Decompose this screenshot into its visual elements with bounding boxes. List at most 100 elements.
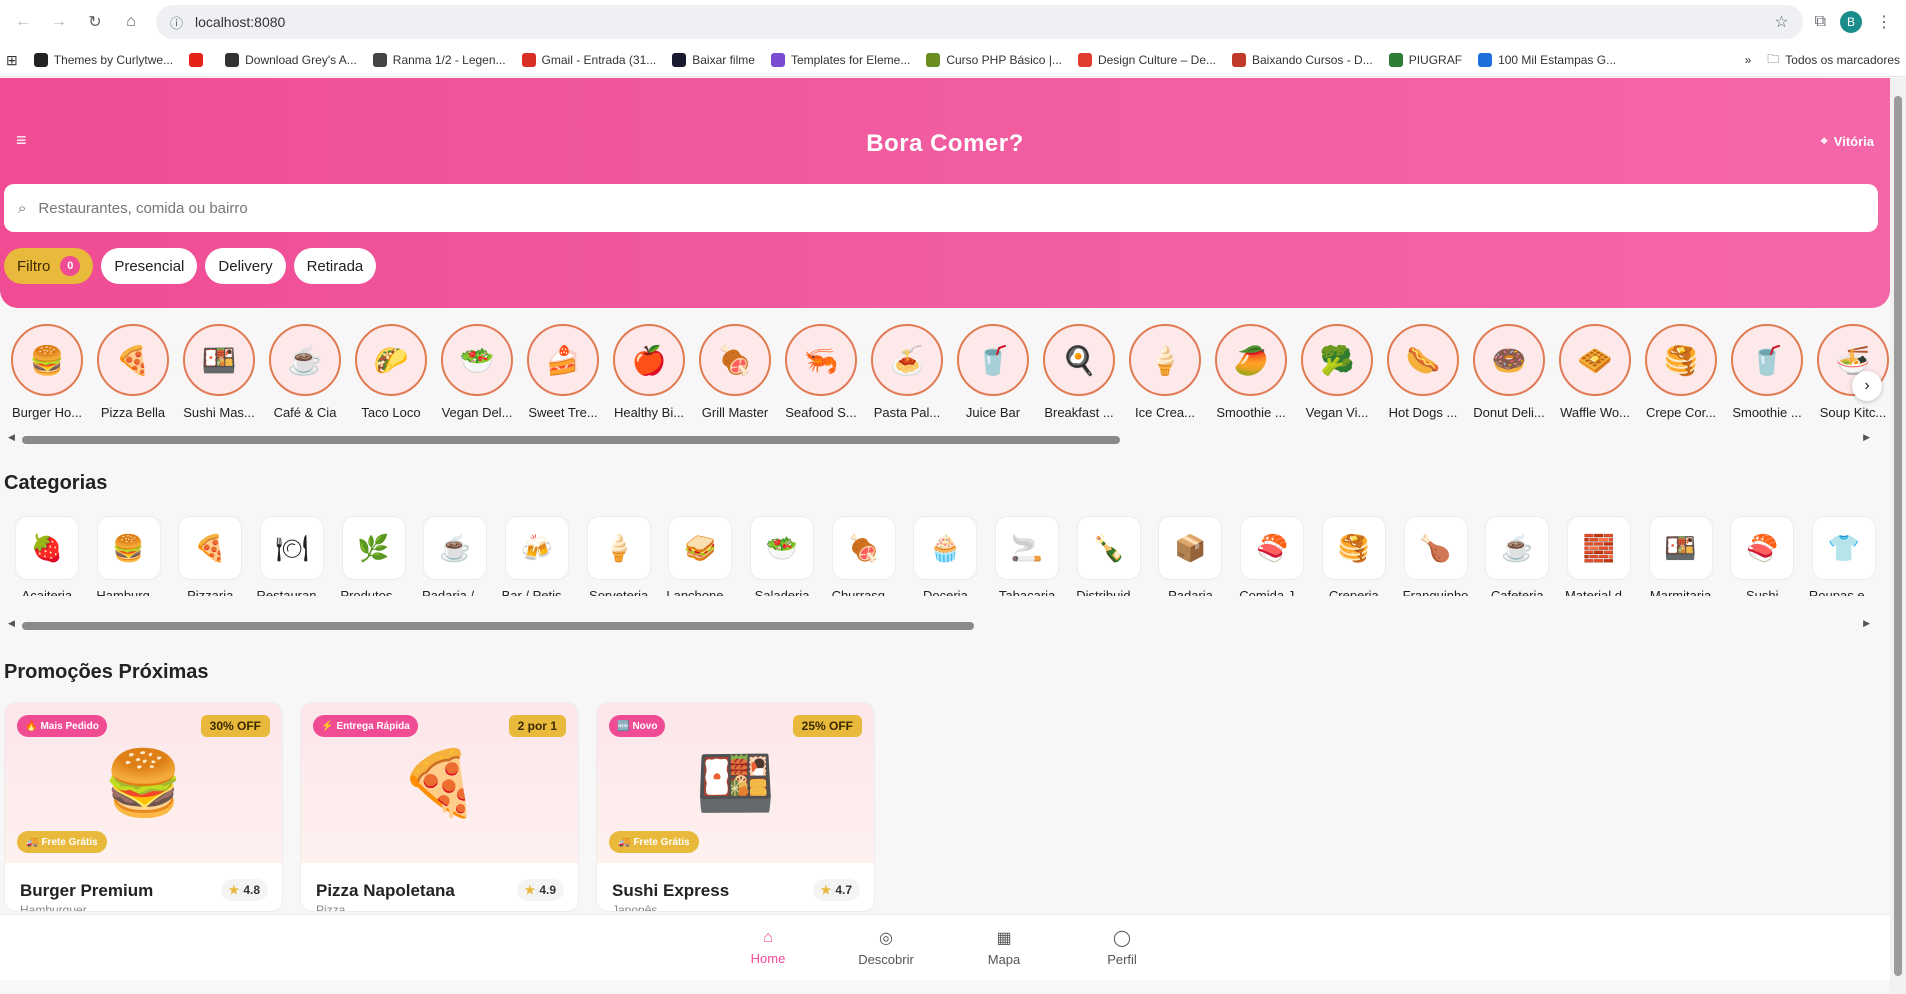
bookmark-item[interactable]: Ranma 1/2 - Legen... <box>372 53 506 67</box>
scroll-left-icon[interactable]: ◀ <box>8 432 15 443</box>
category-icon: ☕ <box>1485 516 1550 580</box>
bookmark-item[interactable]: Download Grey's A... <box>225 53 357 67</box>
scroll-right-icon[interactable]: ▶ <box>1863 432 1870 443</box>
store-item[interactable]: 🍕 Pizza Bella <box>90 324 176 420</box>
chip-delivery[interactable]: Delivery <box>205 248 286 284</box>
bookmark-item[interactable]: Baixando Cursos - D... <box>1232 53 1373 67</box>
store-item[interactable]: 🌭 Hot Dogs ... <box>1380 324 1466 420</box>
category-item[interactable]: 🍕 Pizzaria <box>169 516 251 596</box>
category-item[interactable]: 📦 Padaria <box>1150 516 1232 596</box>
category-item[interactable]: 🧱 Material d... <box>1558 516 1640 596</box>
category-item[interactable]: 🥞 Creperia <box>1313 516 1395 596</box>
store-item[interactable]: 🥤 Juice Bar <box>950 324 1036 420</box>
categories-scrollbar[interactable]: ◀ ▶ <box>4 618 1870 632</box>
location-selector[interactable]: ⌖ Vitória <box>1820 133 1874 149</box>
chip-presencial[interactable]: Presencial <box>101 248 198 284</box>
home-browser-icon[interactable]: ⌂ <box>116 7 146 37</box>
bookmark-item[interactable]: Curso PHP Básico |... <box>926 53 1062 67</box>
profile-avatar[interactable]: B <box>1840 11 1862 33</box>
search-input[interactable] <box>38 199 1864 217</box>
url-text[interactable]: localhost:8080 <box>195 14 1762 30</box>
nav-perfil[interactable]: ◯ Perfil <box>1063 915 1181 980</box>
all-bookmarks-folder[interactable]: 🗀 Todos os marcadores <box>1767 50 1900 71</box>
promo-card[interactable]: 🍱 🆕 Novo 25% OFF 🚚 Frete Grátis Sushi Express J… <box>596 702 875 912</box>
store-item[interactable]: 🍰 Sweet Tre... <box>520 324 606 420</box>
bookmark-item[interactable]: Themes by Curlytwe... <box>33 53 173 67</box>
store-name: Vegan Del... <box>441 405 513 420</box>
store-item[interactable]: ☕ Café & Cia <box>262 324 348 420</box>
store-item[interactable]: 🍜 Soup Kitc... <box>1810 324 1890 420</box>
store-item[interactable]: 🥭 Smoothie ... <box>1208 324 1294 420</box>
scroll-right-icon[interactable]: ▶ <box>1863 618 1870 629</box>
forward-icon[interactable]: → <box>44 7 74 37</box>
browser-menu-icon[interactable]: ⋮ <box>1876 12 1892 32</box>
site-info-icon[interactable]: ⓘ <box>170 13 183 32</box>
category-item[interactable]: 🍻 Bar / Petis... <box>496 516 578 596</box>
store-item[interactable]: 🧇 Waffle Wo... <box>1552 324 1638 420</box>
more-bookmarks-icon[interactable]: » <box>1745 53 1752 67</box>
store-item[interactable]: 🥦 Vegan Vi... <box>1294 324 1380 420</box>
bookmark-item[interactable]: PIUGRAF <box>1388 53 1462 67</box>
bookmark-item[interactable]: Gmail - Entrada (31... <box>521 53 656 67</box>
category-item[interactable]: 🚬 Tabacaria <box>986 516 1068 596</box>
categories-scrollbar-thumb[interactable] <box>22 622 974 630</box>
bookmark-item[interactable]: Templates for Eleme... <box>770 53 910 67</box>
nav-home[interactable]: ⌂ Home <box>709 915 827 980</box>
extensions-icon[interactable]: ⧉ <box>1815 13 1826 31</box>
store-item[interactable]: 🍎 Healthy Bi... <box>606 324 692 420</box>
stores-scrollbar-thumb[interactable] <box>22 436 1120 444</box>
bookmark-item[interactable]: Baixar filme <box>672 53 755 67</box>
reload-icon[interactable]: ↻ <box>80 7 110 37</box>
promo-card[interactable]: 🍕 ⚡ Entrega Rápida 2 por 1 Pizza Napoletana P… <box>300 702 579 912</box>
store-item[interactable]: 🍦 Ice Crea... <box>1122 324 1208 420</box>
apps-grid-icon[interactable]: ⊞ <box>6 52 18 69</box>
store-item[interactable]: 🍝 Pasta Pal... <box>864 324 950 420</box>
category-item[interactable]: 🍣 Comida J... <box>1231 516 1313 596</box>
store-item[interactable]: 🍔 Burger Ho... <box>4 324 90 420</box>
bookmark-item[interactable]: 100 Mil Estampas G... <box>1478 53 1616 67</box>
category-item[interactable]: 🍱 Marmitaria <box>1640 516 1722 596</box>
category-item[interactable]: ☕ Cafeteria <box>1476 516 1558 596</box>
category-item[interactable]: 🍽 Restauran... <box>251 516 333 596</box>
category-item[interactable]: 🌿 Produtos ... <box>333 516 415 596</box>
store-item[interactable]: 🍩 Donut Deli... <box>1466 324 1552 420</box>
store-item[interactable]: 🌮 Taco Loco <box>348 324 434 420</box>
stores-scrollbar[interactable]: ◀ ▶ <box>4 432 1870 446</box>
store-item[interactable]: 🥗 Vegan Del... <box>434 324 520 420</box>
location-pin-icon: ⌖ <box>1820 133 1828 148</box>
category-name: Padaria / ... <box>422 588 489 596</box>
chip-retirada[interactable]: Retirada <box>293 248 377 284</box>
category-item[interactable]: 🍖 Churrasq... <box>823 516 905 596</box>
filter-button[interactable]: Filtro 0 <box>4 248 94 284</box>
store-item[interactable]: 🍳 Breakfast ... <box>1036 324 1122 420</box>
nav-mapa[interactable]: ▦ Mapa <box>945 915 1063 980</box>
category-item[interactable]: 🥗 Saladeria <box>741 516 823 596</box>
scroll-left-icon[interactable]: ◀ <box>8 618 15 629</box>
bookmark-item[interactable]: Design Culture – De... <box>1077 53 1216 67</box>
category-item[interactable]: ☕ Padaria / ... <box>414 516 496 596</box>
nav-descobrir[interactable]: ◎ Descobrir <box>827 915 945 980</box>
category-item[interactable]: 🧁 Doceria <box>905 516 987 596</box>
category-item[interactable]: 🍔 Hamburg... <box>88 516 170 596</box>
category-item[interactable]: 🍗 Franguinho <box>1395 516 1477 596</box>
category-item[interactable]: 👕 Roupas e ... <box>1803 516 1885 596</box>
page-scrollbar-thumb[interactable] <box>1894 96 1902 976</box>
store-item[interactable]: 🥞 Crepe Cor... <box>1638 324 1724 420</box>
promo-card[interactable]: 🍔 🔥 Mais Pedido 30% OFF 🚚 Frete Grátis Burger … <box>4 702 283 912</box>
category-item[interactable]: 🍦 Sorveteria <box>578 516 660 596</box>
page-scrollbar[interactable] <box>1890 78 1906 994</box>
store-item[interactable]: 🍖 Grill Master <box>692 324 778 420</box>
back-icon[interactable]: ← <box>8 7 38 37</box>
category-item[interactable]: 🍓 Açaiteria <box>6 516 88 596</box>
address-bar[interactable]: ⓘ localhost:8080 ☆ <box>156 5 1803 39</box>
bookmark-star-icon[interactable]: ☆ <box>1774 12 1788 32</box>
category-item[interactable]: 🥪 Lanchone... <box>660 516 742 596</box>
store-item[interactable]: 🦐 Seafood S... <box>778 324 864 420</box>
store-item[interactable]: 🥤 Smoothie ... <box>1724 324 1810 420</box>
bookmark-item[interactable] <box>189 53 209 67</box>
carousel-next-button[interactable]: › <box>1852 371 1882 401</box>
search-bar[interactable]: ⌕ <box>4 184 1878 232</box>
category-item[interactable]: 🍣 Sushi <box>1721 516 1803 596</box>
store-item[interactable]: 🍱 Sushi Mas... <box>176 324 262 420</box>
category-item[interactable]: 🍾 Distribuid... <box>1068 516 1150 596</box>
